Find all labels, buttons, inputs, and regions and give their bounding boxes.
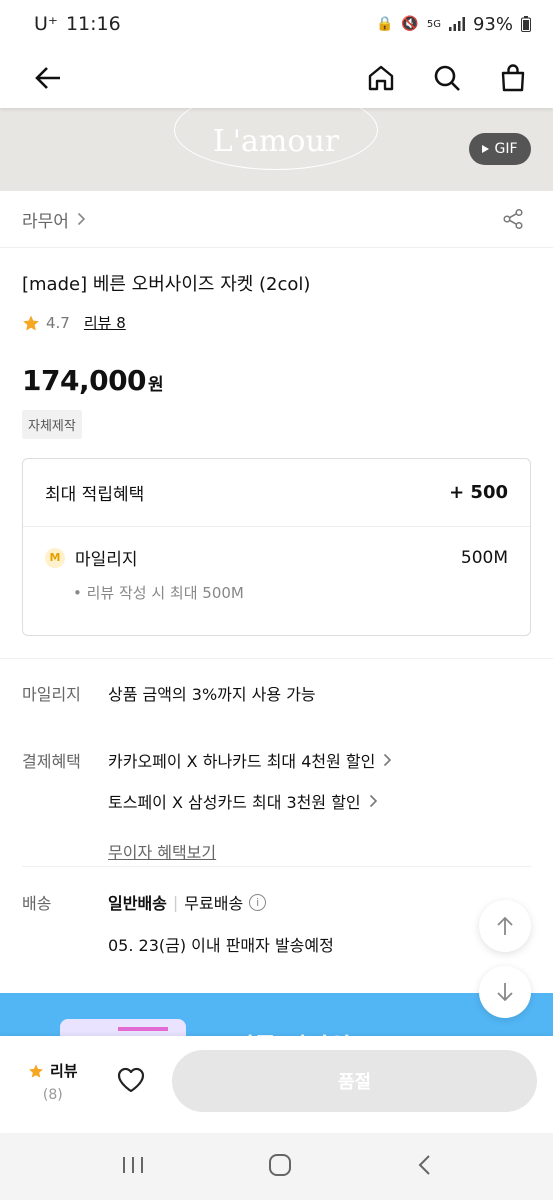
rating-row: 4.7 리뷰 8 <box>22 312 126 333</box>
bottom-review-count: (8) <box>42 1087 63 1103</box>
rating-value: 4.7 <box>46 313 70 332</box>
delivery-label: 배송 <box>22 894 52 913</box>
payment-benefit-text: 토스페이 X 삼성카드 최대 3천원 할인 <box>108 793 361 812</box>
payment-benefit-label: 결제혜택 <box>22 752 81 771</box>
scroll-bottom-button[interactable] <box>479 966 531 1018</box>
system-nav-bar <box>0 1133 553 1200</box>
brand-logo: L'amour <box>174 108 378 170</box>
brand-row: 라무어 <box>0 191 553 248</box>
search-icon <box>434 65 460 91</box>
recent-apps-button[interactable] <box>122 1155 144 1179</box>
home-circle-icon <box>269 1153 292 1176</box>
mileage-icon: M <box>45 547 65 568</box>
product-tag: 자체제작 <box>22 410 82 439</box>
delivery-type: 일반배송 <box>108 894 167 913</box>
delivery-date: 05. 23(금) 이내 판매자 발송예정 <box>108 936 334 955</box>
logo-text: L'amour <box>212 123 340 159</box>
brand-name: 라무어 <box>22 211 69 232</box>
info-icon[interactable]: i <box>249 893 267 911</box>
chevron-right-icon <box>369 794 377 808</box>
installment-link[interactable]: 무이자 혜택보기 <box>108 839 392 863</box>
star-icon <box>29 1063 43 1078</box>
back-button[interactable] <box>32 62 64 94</box>
delivery-row: 배송 일반배송 | 무료배송 i 05. 23(금) 이내 판매자 발송예정 <box>22 890 334 956</box>
lock-icon: 🔒 <box>375 16 394 32</box>
network-5g-icon: 5G <box>426 18 441 30</box>
bottom-action-bar: 리뷰 (8) 품절 <box>0 1036 553 1133</box>
payment-benefit-text: 카카오페이 X 하나카드 최대 4천원 할인 <box>108 752 376 771</box>
search-button[interactable] <box>431 62 463 94</box>
recent-apps-icon <box>123 1156 144 1173</box>
like-button[interactable] <box>116 1066 146 1098</box>
top-nav <box>0 48 553 108</box>
chevron-right-icon <box>384 753 392 767</box>
mileage-usage-value: 상품 금액의 3%까지 사용 가능 <box>108 685 316 704</box>
arrow-left-icon <box>35 67 60 89</box>
battery-percent: 93% <box>472 13 513 35</box>
home-icon <box>368 65 394 91</box>
share-button[interactable] <box>497 203 529 235</box>
payment-benefit-row: 결제혜택 카카오페이 X 하나카드 최대 4천원 할인 토스페이 X 삼성카드 … <box>22 748 392 863</box>
points-header-label: 최대 적립혜택 <box>45 485 145 505</box>
gif-button[interactable]: GIF <box>469 133 531 165</box>
clock: 11:16 <box>65 13 121 35</box>
signal-icon <box>448 17 465 31</box>
section-divider <box>0 658 553 659</box>
shopping-bag-icon <box>501 64 525 92</box>
price-amount: 174,000 <box>22 364 147 397</box>
mute-icon: 🔇 <box>401 16 419 32</box>
cart-button[interactable] <box>497 62 529 94</box>
mileage-value: 500M <box>460 547 508 568</box>
heart-icon <box>117 1067 145 1093</box>
payment-benefit-item[interactable]: 토스페이 X 삼성카드 최대 3천원 할인 <box>108 789 392 813</box>
star-icon <box>23 315 39 330</box>
play-icon <box>482 145 490 153</box>
review-link[interactable]: 리뷰 8 <box>84 312 126 333</box>
sold-out-label: 품절 <box>337 1072 372 1093</box>
brand-link[interactable]: 라무어 <box>22 207 86 232</box>
points-header: 최대 적립혜택 + 500 <box>23 459 530 527</box>
price: 174,000 원 <box>22 364 164 397</box>
mileage-row: M 마일리지 500M <box>23 545 530 570</box>
points-header-value: + 500 <box>449 482 508 503</box>
battery-icon <box>521 16 531 32</box>
sold-out-button[interactable]: 품절 <box>172 1050 537 1112</box>
bottom-review-button[interactable]: 리뷰 (8) <box>28 1060 78 1103</box>
arrow-down-icon <box>497 983 513 1002</box>
points-benefit-box: 최대 적립혜택 + 500 M 마일리지 500M • 리뷰 작성 시 최대 5… <box>22 458 531 636</box>
chevron-right-icon <box>77 212 86 226</box>
product-title: [made] 베른 오버사이즈 자켓 (2col) <box>22 274 311 295</box>
bottom-review-label: 리뷰 <box>50 1062 78 1080</box>
product-image[interactable]: L'amour GIF <box>0 108 553 191</box>
home-system-button[interactable] <box>268 1153 292 1181</box>
chevron-left-icon <box>418 1154 430 1175</box>
separator: | <box>172 892 179 912</box>
mileage-usage-label: 마일리지 <box>22 685 81 704</box>
scroll-top-button[interactable] <box>479 900 531 952</box>
section-divider <box>22 866 531 867</box>
mileage-usage-row: 마일리지 상품 금액의 3%까지 사용 가능 <box>22 681 316 705</box>
carrier-label: U⁺ <box>34 13 58 35</box>
home-button[interactable] <box>365 62 397 94</box>
price-currency: 원 <box>148 375 164 395</box>
arrow-up-icon <box>497 916 513 935</box>
status-bar: U⁺ 11:16 🔒 🔇 5G 93% <box>0 0 553 48</box>
mileage-label: 마일리지 <box>75 550 138 570</box>
gif-label: GIF <box>494 141 518 157</box>
back-system-button[interactable] <box>417 1154 431 1180</box>
mileage-note: • 리뷰 작성 시 최대 500M <box>73 584 244 602</box>
delivery-fee: 무료배송 <box>184 894 244 913</box>
share-icon <box>503 208 523 230</box>
payment-benefit-item[interactable]: 카카오페이 X 하나카드 최대 4천원 할인 <box>108 748 392 772</box>
